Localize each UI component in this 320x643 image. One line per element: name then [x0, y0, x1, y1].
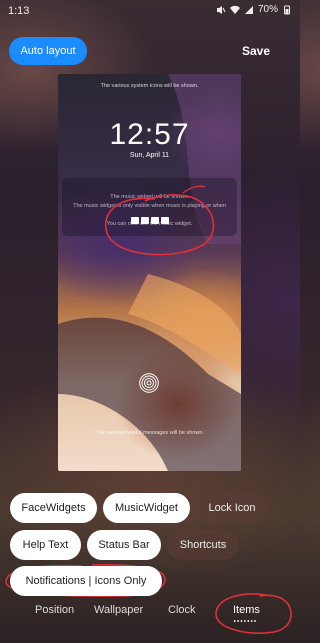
date-display: Sun, April 11: [129, 152, 170, 159]
system-icons-hint: The various system icons will be shown.: [100, 83, 199, 89]
status-time: 1:13: [8, 5, 30, 17]
tab-wallpaper[interactable]: Wallpaper: [94, 604, 143, 616]
fingerprint-icon: [139, 373, 159, 393]
chip-musicwidget[interactable]: MusicWidget: [103, 493, 190, 523]
chip-help-text[interactable]: Help Text: [10, 530, 81, 560]
signal-icon: [244, 5, 253, 14]
wifi-icon: [229, 5, 240, 14]
battery-percent: 70%: [257, 4, 278, 15]
lock-screen-preview: The various system icons will be shown. …: [58, 74, 241, 471]
chip-shortcuts[interactable]: Shortcuts: [167, 530, 239, 560]
clock-display[interactable]: 12:57: [58, 118, 241, 152]
chip-status-bar[interactable]: Status Bar: [87, 530, 161, 560]
music-line: You can now see the music widget.: [106, 221, 193, 227]
tab-position[interactable]: Position: [35, 604, 74, 616]
mute-icon: [216, 5, 226, 14]
status-bar: 1:13 70%: [0, 0, 300, 22]
battery-icon: [284, 5, 290, 14]
tab-items[interactable]: Items: [233, 604, 260, 616]
chip-lock-icon[interactable]: Lock Icon: [196, 493, 268, 523]
music-line: The music widget will be shown.: [110, 194, 189, 200]
tab-clock[interactable]: Clock: [168, 604, 196, 616]
music-line: The music widget is only visible when mu…: [73, 203, 226, 209]
active-tab-indicator: [233, 620, 257, 622]
save-button[interactable]: Save: [242, 44, 270, 58]
chip-facewidgets[interactable]: FaceWidgets: [10, 493, 97, 523]
chip-notifications[interactable]: Notifications | Icons Only: [10, 566, 162, 596]
status-icons: 70%: [216, 4, 292, 15]
auto-layout-button[interactable]: Auto layout: [9, 37, 87, 65]
music-widget-area[interactable]: The music widget will be shown. The musi…: [62, 178, 237, 236]
help-text-hint: The various helpful messages will be sho…: [95, 430, 204, 436]
